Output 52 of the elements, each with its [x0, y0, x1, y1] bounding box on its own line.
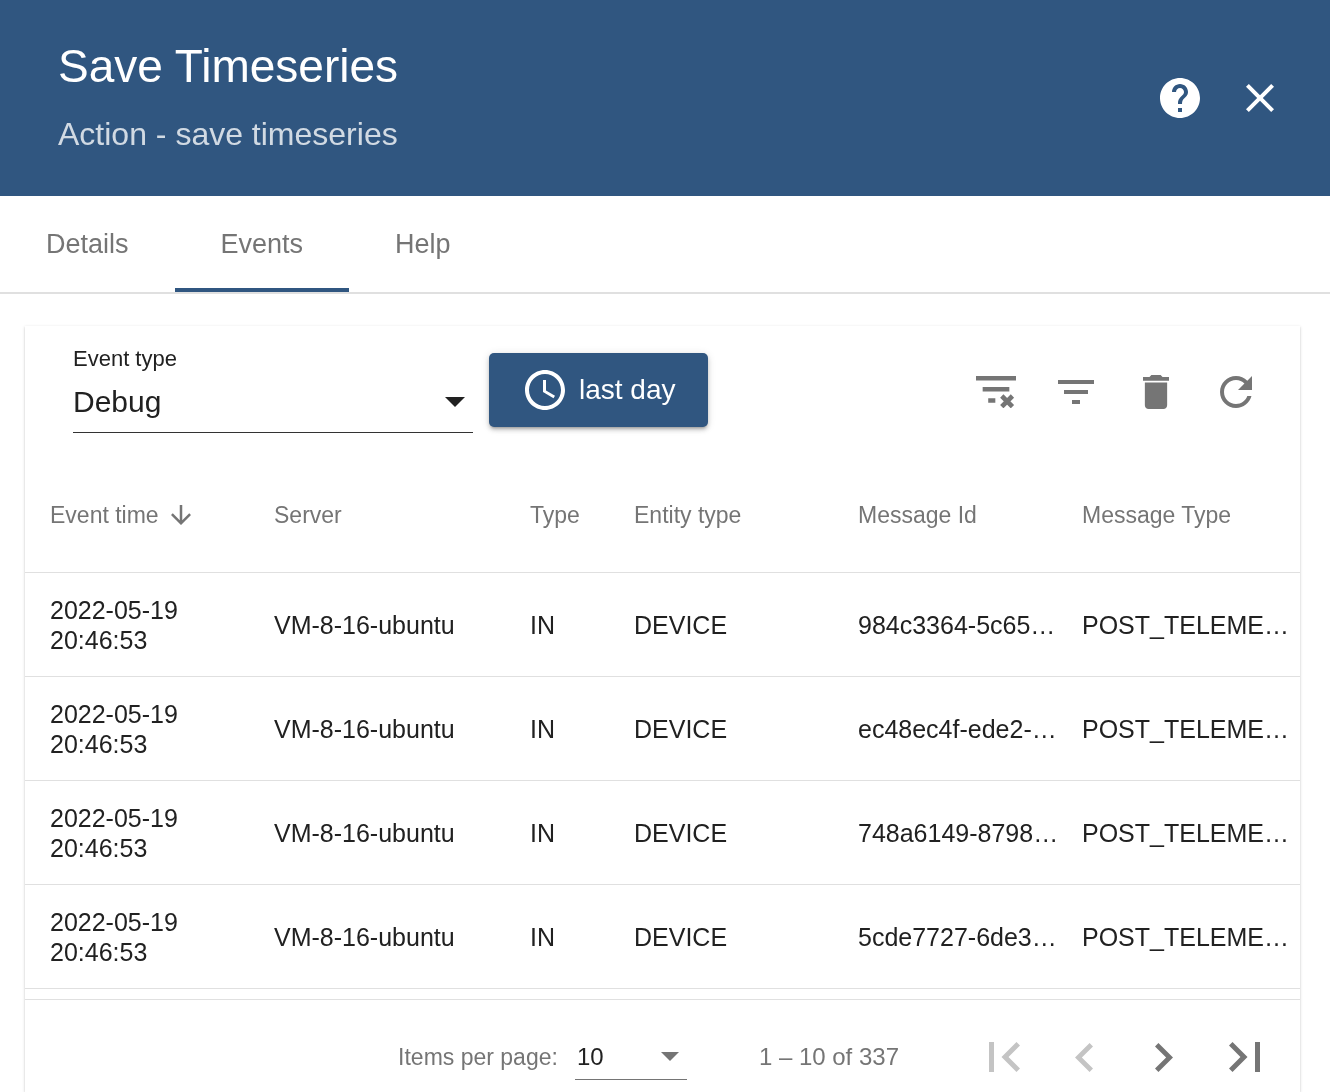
column-header[interactable]: Message Type: [1082, 501, 1232, 529]
delete-icon[interactable]: [1143, 375, 1169, 409]
table-cell: POST_TELEME…: [1082, 921, 1289, 952]
dropdown-arrow-icon: [445, 397, 465, 407]
refresh-icon[interactable]: [1220, 376, 1252, 408]
table-cell: POST_TELEME…: [1082, 713, 1289, 744]
table-cell: 984c3364-5c65…: [858, 609, 1056, 640]
table-cell: DEVICE: [634, 609, 728, 640]
table-cell: IN: [530, 713, 555, 744]
dialog-subtitle: Action - save timeseries: [58, 115, 398, 154]
table-cell: VM-8-16-ubuntu: [274, 817, 455, 848]
table-cell: DEVICE: [634, 713, 728, 744]
tab[interactable]: Help: [349, 196, 497, 292]
table-cell: ec48ec4f-ede2-…: [858, 713, 1057, 744]
table-cell: POST_TELEME…: [1082, 609, 1289, 640]
help-icon[interactable]: [1160, 78, 1200, 118]
column-header[interactable]: Event time: [50, 501, 159, 529]
chevron-right-icon[interactable]: [1155, 1042, 1173, 1072]
clear-filter-icon[interactable]: [976, 376, 1016, 408]
table-cell: VM-8-16-ubuntu: [274, 921, 455, 952]
table-cell-text: 2022-05-19 20:46:53: [50, 802, 179, 863]
table-cell: 5cde7727-6de3…: [858, 921, 1057, 952]
table-cell-text: 2022-05-19 20:46:53: [50, 906, 179, 967]
dialog-title: Save Timeseries: [58, 39, 398, 93]
table-cell: DEVICE: [634, 921, 728, 952]
last-page-icon[interactable]: [1228, 1042, 1260, 1072]
event-type-select[interactable]: Event type Debug: [73, 346, 473, 433]
tab[interactable]: Details: [0, 196, 175, 292]
field-label: Event type: [73, 346, 177, 372]
table-cell: VM-8-16-ubuntu: [274, 713, 455, 744]
items-per-page-label: Items per page:: [398, 1043, 558, 1072]
table-cell-text: 2022-05-19 20:46:53: [50, 698, 179, 759]
table-cell-text: 2022-05-19 20:46:53: [50, 594, 179, 655]
filter-icon[interactable]: [1058, 380, 1094, 404]
column-header[interactable]: Message Id: [858, 501, 977, 529]
column-header[interactable]: Server: [274, 501, 342, 529]
column-header[interactable]: Entity type: [634, 501, 742, 529]
dropdown-arrow-icon: [660, 1052, 679, 1061]
page-size-select[interactable]: 10: [574, 1040, 687, 1080]
table-cell: DEVICE: [634, 817, 728, 848]
table-cell: VM-8-16-ubuntu: [274, 609, 455, 640]
close-icon[interactable]: [1246, 84, 1274, 112]
table-cell: IN: [530, 921, 555, 952]
table-cell: IN: [530, 609, 555, 640]
column-header[interactable]: Type: [530, 501, 580, 529]
table-cell: IN: [530, 817, 555, 848]
tab[interactable]: Events: [174, 196, 350, 292]
table-cell: POST_TELEME…: [1082, 817, 1289, 848]
page-range-label: 1 – 10 of 337: [758, 1042, 899, 1072]
table-cell: 748a6149-8798…: [858, 817, 1059, 848]
clock-icon: [525, 370, 565, 410]
time-range-button[interactable]: last day: [489, 353, 708, 427]
